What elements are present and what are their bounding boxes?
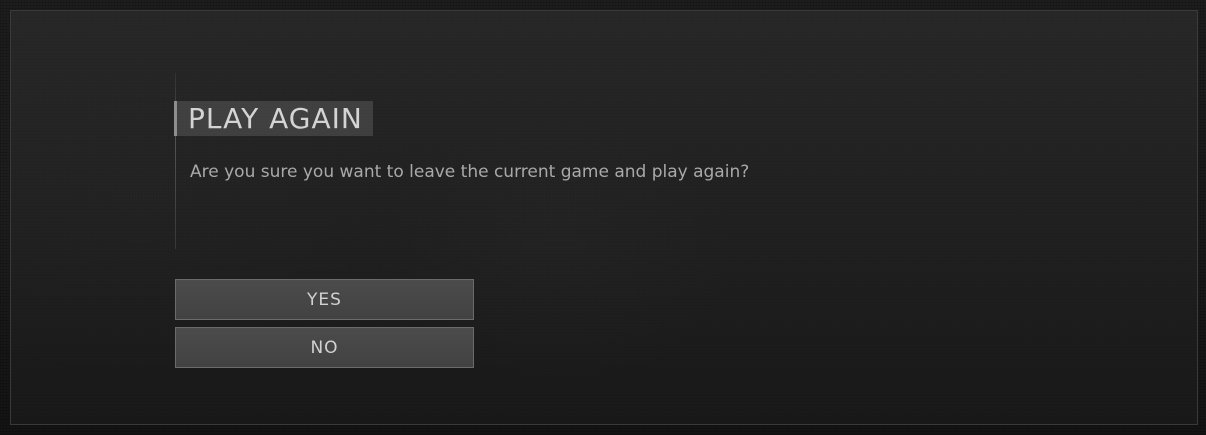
no-button[interactable]: NO: [175, 327, 474, 368]
dialog-message: Are you sure you want to leave the curre…: [190, 162, 750, 182]
yes-button[interactable]: YES: [175, 279, 474, 320]
dialog-title: PLAY AGAIN: [188, 102, 363, 135]
dialog-accent-line: [175, 73, 176, 249]
game-screen: PLAY AGAIN Are you sure you want to leav…: [0, 0, 1206, 435]
dialog-title-box: PLAY AGAIN: [174, 101, 373, 136]
